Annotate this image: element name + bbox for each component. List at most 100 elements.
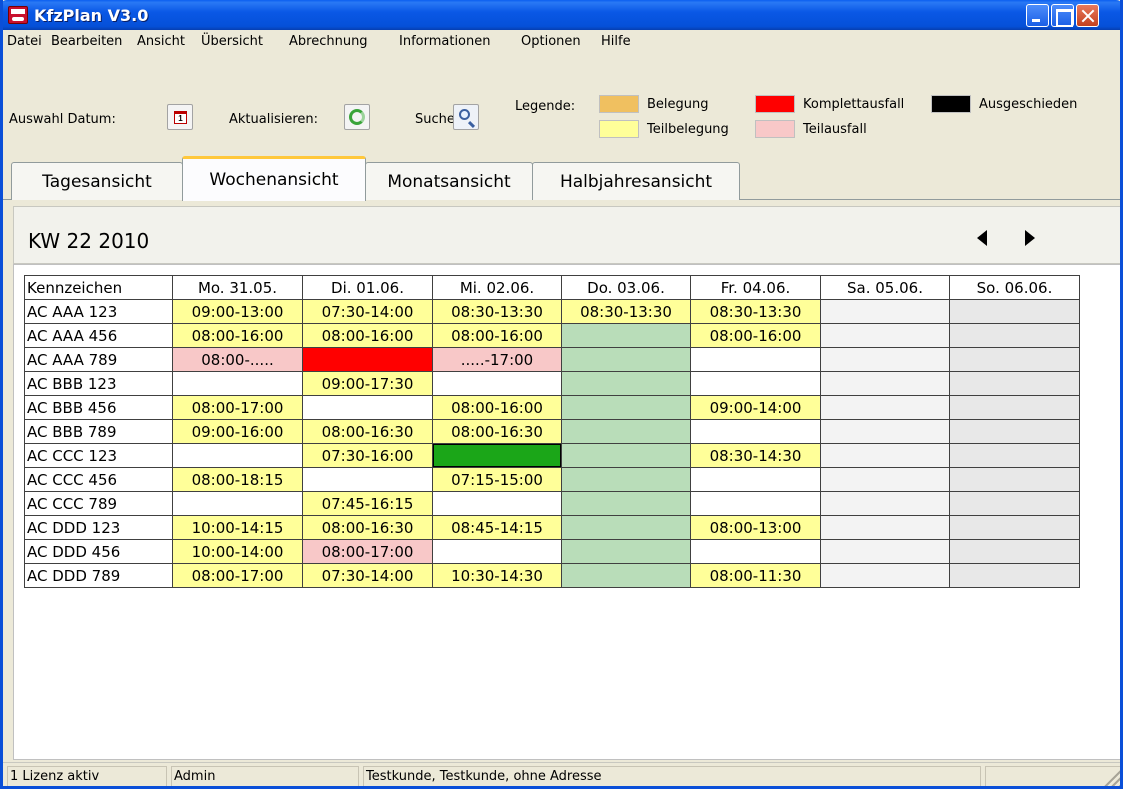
booking-cell[interactable] [172,443,303,468]
menu-hilfe[interactable]: Hilfe [601,34,631,49]
booking-cell[interactable] [820,563,950,588]
previous-week-icon[interactable] [977,230,987,246]
booking-cell[interactable]: 08:00-17:00 [172,395,303,420]
booking-cell[interactable] [561,347,691,372]
menu-informationen[interactable]: Informationen [399,34,491,49]
booking-cell[interactable]: 09:00-16:00 [172,419,303,444]
search-button[interactable] [453,104,479,130]
booking-cell[interactable] [690,491,821,516]
booking-cell[interactable]: 07:45-16:15 [302,491,433,516]
plate-cell[interactable]: AC BBB 789 [24,419,173,444]
booking-cell[interactable] [820,443,950,468]
tab-monatsansicht[interactable]: Monatsansicht [365,162,533,200]
booking-cell[interactable] [820,395,950,420]
booking-cell[interactable] [302,395,433,420]
booking-cell[interactable] [949,419,1080,444]
menu-uebersicht[interactable]: Übersicht [201,34,263,49]
maximize-button[interactable] [1051,4,1074,27]
booking-cell[interactable]: 08:30-14:30 [690,443,821,468]
booking-cell[interactable] [432,371,562,396]
booking-cell[interactable] [302,347,433,372]
plate-cell[interactable]: AC BBB 456 [24,395,173,420]
plate-cell[interactable]: AC AAA 789 [24,347,173,372]
booking-cell[interactable] [820,491,950,516]
booking-cell[interactable] [949,371,1080,396]
booking-cell[interactable]: 08:45-14:15 [432,515,562,540]
booking-cell[interactable] [432,539,562,564]
booking-cell[interactable] [820,371,950,396]
plate-cell[interactable]: AC CCC 123 [24,443,173,468]
booking-cell[interactable] [561,371,691,396]
booking-cell[interactable] [561,443,691,468]
plate-cell[interactable]: AC AAA 456 [24,323,173,348]
booking-cell[interactable] [172,371,303,396]
booking-cell[interactable] [561,515,691,540]
booking-cell[interactable]: .....-17:00 [432,347,562,372]
booking-cell[interactable] [820,467,950,492]
booking-cell[interactable] [949,539,1080,564]
plate-cell[interactable]: AC CCC 456 [24,467,173,492]
tab-halbjahresansicht[interactable]: Halbjahresansicht [532,162,740,200]
booking-cell[interactable] [561,467,691,492]
booking-cell[interactable] [820,539,950,564]
refresh-button[interactable] [344,104,370,130]
booking-cell[interactable]: 10:00-14:00 [172,539,303,564]
booking-cell[interactable]: 08:00-16:30 [302,419,433,444]
booking-cell[interactable]: 07:30-16:00 [302,443,433,468]
booking-cell[interactable] [690,347,821,372]
booking-cell[interactable] [820,419,950,444]
booking-cell[interactable] [949,347,1080,372]
booking-cell[interactable] [561,563,691,588]
booking-cell[interactable]: 08:30-13:30 [432,299,562,324]
booking-cell[interactable] [561,395,691,420]
next-week-icon[interactable] [1025,230,1035,246]
booking-cell[interactable]: 08:00-16:30 [302,515,433,540]
minimize-button[interactable] [1026,4,1049,27]
booking-cell[interactable] [432,491,562,516]
booking-cell[interactable] [302,467,433,492]
plate-cell[interactable]: AC DDD 123 [24,515,173,540]
booking-cell[interactable]: 07:30-14:00 [302,299,433,324]
booking-cell[interactable] [949,563,1080,588]
booking-cell[interactable] [949,299,1080,324]
booking-cell[interactable] [690,419,821,444]
booking-cell[interactable] [561,491,691,516]
booking-cell[interactable]: 09:00-14:00 [690,395,821,420]
booking-cell[interactable] [561,539,691,564]
booking-cell[interactable]: 08:00-11:30 [690,563,821,588]
menu-abrechnung[interactable]: Abrechnung [289,34,368,49]
menu-optionen[interactable]: Optionen [521,34,581,49]
booking-cell[interactable] [690,371,821,396]
booking-cell[interactable] [949,395,1080,420]
booking-cell[interactable]: 08:00-13:00 [690,515,821,540]
selected-booking-cell[interactable] [432,443,562,468]
booking-cell[interactable] [820,347,950,372]
booking-cell[interactable]: 08:00-..... [172,347,303,372]
close-button[interactable] [1076,4,1099,27]
booking-cell[interactable] [949,515,1080,540]
booking-cell[interactable]: 08:00-18:15 [172,467,303,492]
calendar-button[interactable]: 1 [167,104,193,130]
booking-cell[interactable] [172,491,303,516]
booking-cell[interactable] [820,299,950,324]
booking-cell[interactable]: 08:30-13:30 [561,299,691,324]
booking-cell[interactable]: 08:00-16:00 [432,395,562,420]
booking-cell[interactable] [949,467,1080,492]
tab-tagesansicht[interactable]: Tagesansicht [11,162,183,200]
booking-cell[interactable]: 08:30-13:30 [690,299,821,324]
booking-cell[interactable]: 10:30-14:30 [432,563,562,588]
title-bar[interactable]: KfzPlan V3.0 [3,0,1120,30]
plate-cell[interactable]: AC DDD 789 [24,563,173,588]
tab-wochenansicht[interactable]: Wochenansicht [182,156,366,201]
booking-cell[interactable]: 08:00-16:00 [302,323,433,348]
booking-cell[interactable] [949,323,1080,348]
plate-cell[interactable]: AC BBB 123 [24,371,173,396]
booking-cell[interactable]: 08:00-17:00 [302,539,433,564]
booking-cell[interactable] [820,515,950,540]
booking-cell[interactable] [820,323,950,348]
booking-cell[interactable]: 08:00-16:00 [432,323,562,348]
booking-cell[interactable]: 08:00-16:00 [172,323,303,348]
booking-cell[interactable] [949,491,1080,516]
booking-cell[interactable]: 09:00-17:30 [302,371,433,396]
menu-datei[interactable]: Datei [7,34,42,49]
